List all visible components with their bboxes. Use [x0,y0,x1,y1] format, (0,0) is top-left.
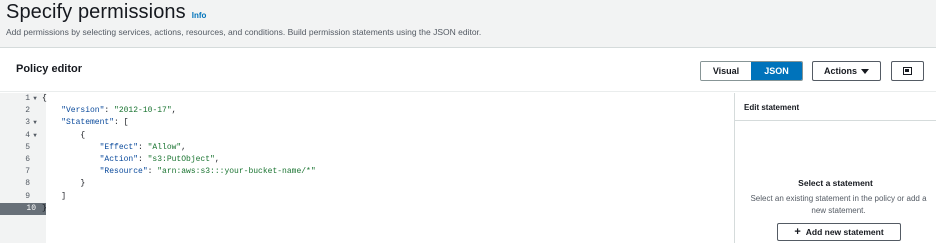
chevron-down-icon[interactable]: ▼ [30,117,40,129]
code-line[interactable]: 7 "Resource": "arn:aws:s3:::your-bucket-… [0,166,734,178]
page-title-row: Specify permissions Info [6,1,930,24]
page-header: Specify permissions Info Add permissions… [6,1,930,37]
actions-label: Actions [823,66,857,76]
info-link[interactable]: Info [192,11,207,20]
line-number: 8 [25,179,30,189]
line-number: 7 [25,167,30,177]
visual-mode-button[interactable]: Visual [701,62,751,80]
line-number: 5 [25,142,30,152]
chevron-down-icon[interactable]: ▼ [30,93,40,105]
code-line[interactable]: 3 ▼ "Statement": [ [0,117,734,129]
code-line[interactable]: 10} [0,202,734,216]
plus-icon: + [794,226,801,238]
toggle-side-panel-button[interactable] [891,61,924,81]
line-number: 9 [25,191,30,201]
code-line[interactable]: 8 } [0,178,734,190]
code-text: "Effect": "Allow", [99,142,187,152]
add-new-statement-button[interactable]: + Add new statement [777,223,901,241]
line-number: 4 [25,130,30,140]
code-line[interactable]: 2 "Version": "2012-10-17", [0,105,734,117]
caret-down-icon [861,68,869,74]
code-text: { [42,94,47,103]
code-line[interactable]: 1 ▼{ [0,93,734,105]
code-text: { [42,130,86,140]
chevron-down-icon[interactable]: ▼ [30,130,40,142]
code-line[interactable]: 9 ] [0,191,734,203]
policy-editor-title: Policy editor [16,63,83,75]
divider [735,120,936,121]
split-panel-icon [903,67,912,75]
json-code-editor[interactable]: 1 ▼{2 "Version": "2012-10-17", 3 ▼ "Stateme… [0,93,734,243]
select-statement-description: Select an existing statement in the poli… [750,194,927,215]
add-new-statement-label: Add new statement [805,227,884,237]
code-text: "Action": "s3:PutObject", [99,154,220,164]
edit-statement-panel: Edit statement Select a statement Select… [734,93,936,243]
code-text: "Statement": [ [61,118,129,128]
editor-mode-toggle: Visual JSON [700,61,803,81]
actions-dropdown-button[interactable]: Actions [812,61,881,81]
line-number: 10 [26,203,36,213]
code-text: } [42,179,86,189]
policy-editor-header: Policy editor Visual JSON Actions [0,48,936,92]
code-text: "Version": "2012-10-17", [61,106,177,116]
code-text: "Resource": "arn:aws:s3:::your-bucket-na… [99,167,316,177]
line-number: 3 [25,118,30,128]
code-lines: 1 ▼{2 "Version": "2012-10-17", 3 ▼ "Stateme… [0,93,734,216]
line-number: 2 [25,106,30,116]
line-number: 6 [25,154,30,164]
page-title: Specify permissions [6,1,186,23]
code-line[interactable]: 4 ▼ { [0,130,734,142]
code-text: ] [42,191,67,201]
page-description: Add permissions by selecting services, a… [6,27,482,37]
json-mode-button[interactable]: JSON [751,62,802,80]
code-line[interactable]: 5 "Effect": "Allow", [0,142,734,154]
code-line[interactable]: 6 "Action": "s3:PutObject", [0,154,734,166]
policy-editor-panel: Policy editor Visual JSON Actions 1 ▼{2 "… [0,47,936,243]
select-statement-heading: Select a statement [798,178,873,188]
edit-statement-title: Edit statement [744,103,800,112]
line-number: 1 [25,94,30,103]
